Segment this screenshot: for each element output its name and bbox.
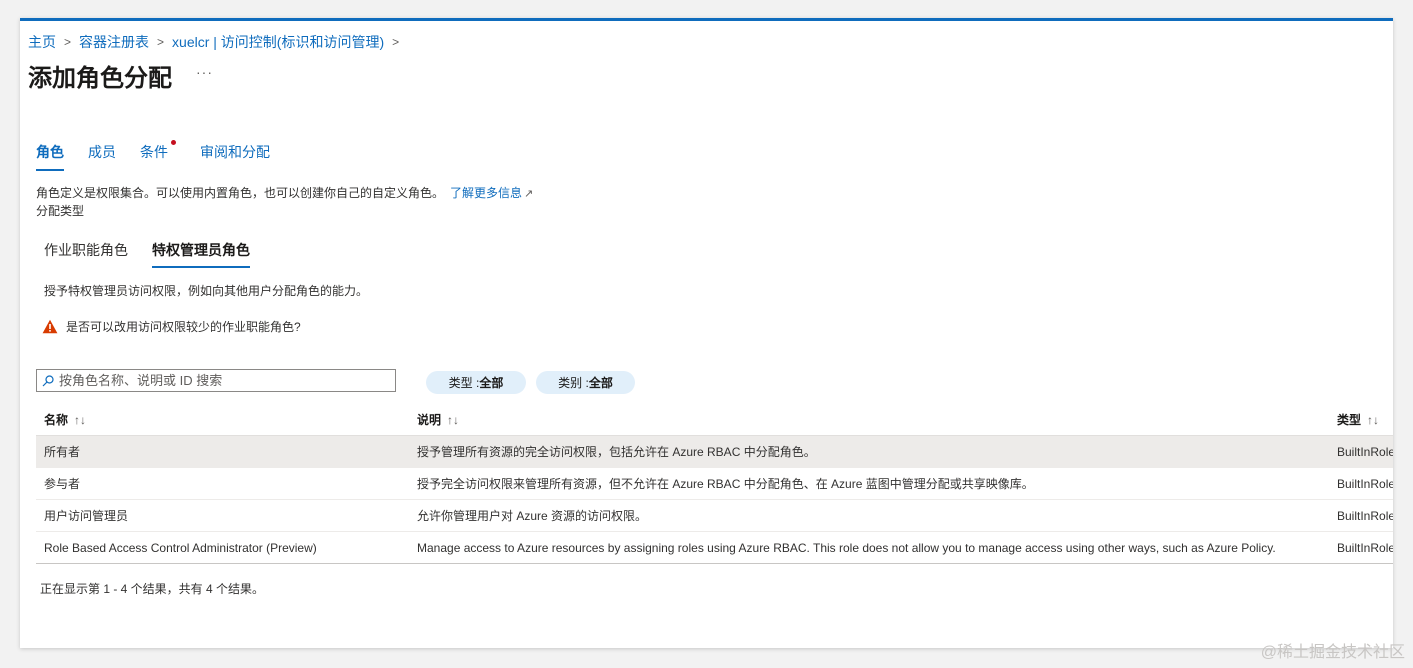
cell-role-type: BuiltInRole [1329,531,1393,564]
cell-role-description: Manage access to Azure resources by assi… [409,531,1329,564]
chevron-right-icon: > [157,35,165,49]
learn-more-link[interactable]: 了解更多信息 [450,186,522,200]
tab-privileged-admin-roles[interactable]: 特权管理员角色 [152,240,250,268]
filter-type-pill[interactable]: 类型 : 全部 [426,371,526,394]
column-header-description[interactable]: 说明 ↑↓ [409,403,1329,436]
column-header-label: 类型 [1337,412,1362,427]
column-header-label: 说明 [417,412,442,427]
more-options-button[interactable]: ··· [196,64,213,80]
search-icon [41,374,55,388]
tab-conditions[interactable]: 条件 [140,140,176,171]
external-link-icon: ↗ [524,188,534,200]
tab-label: 审阅和分配 [200,144,270,160]
role-type-tabs: 作业职能角色 特权管理员角色 [44,240,274,268]
tab-members[interactable]: 成员 [88,142,116,171]
breadcrumb: 主页 > 容器注册表 > xuelcr | 访问控制(标识和访问管理) > [28,32,407,52]
sort-icon[interactable]: ↑↓ [447,413,459,427]
wizard-tabs: 角色 成员 条件 审阅和分配 [36,140,294,171]
filter-category-value: 全部 [588,376,613,390]
cell-role-name: 所有者 [36,435,409,468]
cell-role-description: 授予完全访问权限来管理所有资源，但不允许在 Azure RBAC 中分配角色、在… [409,467,1329,500]
tab-job-function-roles[interactable]: 作业职能角色 [44,240,128,268]
tab-role[interactable]: 角色 [36,142,64,171]
cell-role-description: 允许你管理用户对 Azure 资源的访问权限。 [409,499,1329,532]
filter-category-label: 类别 : [558,376,589,390]
role-description: 角色定义是权限集合。可以使用内置角色，也可以创建你自己的自定义角色。 了解更多信息… [36,184,533,201]
cell-role-description: 授予管理所有资源的完全访问权限，包括允许在 Azure RBAC 中分配角色。 [409,435,1329,468]
table-row[interactable]: 用户访问管理员 允许你管理用户对 Azure 资源的访问权限。 BuiltInR… [36,499,1393,532]
required-dot-icon [171,140,176,145]
roles-table: 名称 ↑↓ 说明 ↑↓ 类型 ↑↓ 所有者 授予管理所有资源的完全访问权限，包括允许在… [36,403,1393,564]
tab-review-assign[interactable]: 审阅和分配 [200,142,270,171]
search-box [36,369,396,392]
breadcrumb-access-control[interactable]: xuelcr | 访问控制(标识和访问管理) [172,32,384,52]
warning-message: 是否可以改用访问权限较少的作业职能角色? [42,318,301,335]
tab-label: 成员 [88,144,116,160]
cell-role-type: BuiltInRole [1329,435,1393,468]
table-row[interactable]: Role Based Access Control Administrator … [36,531,1393,564]
result-count: 正在显示第 1 - 4 个结果，共有 4 个结果。 [40,582,265,596]
assignment-type-label: 分配类型 [36,204,85,218]
cell-role-name: 用户访问管理员 [36,499,409,532]
table-row[interactable]: 所有者 授予管理所有资源的完全访问权限，包括允许在 Azure RBAC 中分配… [36,435,1393,468]
filter-type-label: 类型 : [448,376,480,390]
cell-role-type: BuiltInRole [1329,499,1393,532]
sort-icon[interactable]: ↑↓ [1367,413,1379,427]
table-row[interactable]: 参与者 授予完全访问权限来管理所有资源，但不允许在 Azure RBAC 中分配… [36,467,1393,500]
sort-icon[interactable]: ↑↓ [74,413,86,427]
column-header-name[interactable]: 名称 ↑↓ [36,403,409,436]
chevron-right-icon: > [392,35,400,49]
chevron-right-icon: > [64,35,72,49]
search-input[interactable] [59,373,395,388]
cell-role-name: 参与者 [36,467,409,500]
filter-type-value: 全部 [479,376,504,390]
warning-text: 是否可以改用访问权限较少的作业职能角色? [66,320,301,334]
tab-label: 角色 [36,144,64,160]
role-description-text: 角色定义是权限集合。可以使用内置角色，也可以创建你自己的自定义角色。 [36,186,445,200]
breadcrumb-container-registry[interactable]: 容器注册表 [79,32,149,52]
breadcrumb-home[interactable]: 主页 [28,32,56,52]
filter-category-pill[interactable]: 类别 : 全部 [536,371,635,394]
privileged-roles-description: 授予特权管理员访问权限，例如向其他用户分配角色的能力。 [44,284,369,298]
column-header-type[interactable]: 类型 ↑↓ [1329,403,1393,436]
warning-icon [42,319,58,334]
watermark: @稀土掘金技术社区 [1260,644,1405,661]
main-panel: 主页 > 容器注册表 > xuelcr | 访问控制(标识和访问管理) > 添加… [20,18,1393,648]
tab-label: 条件 [140,144,168,160]
cell-role-type: BuiltInRole [1329,467,1393,500]
page-title: 添加角色分配 [28,65,172,92]
table-header-row: 名称 ↑↓ 说明 ↑↓ 类型 ↑↓ [36,403,1393,436]
column-header-label: 名称 [44,412,69,427]
cell-role-name: Role Based Access Control Administrator … [36,531,409,564]
top-accent-bar [20,18,1393,21]
